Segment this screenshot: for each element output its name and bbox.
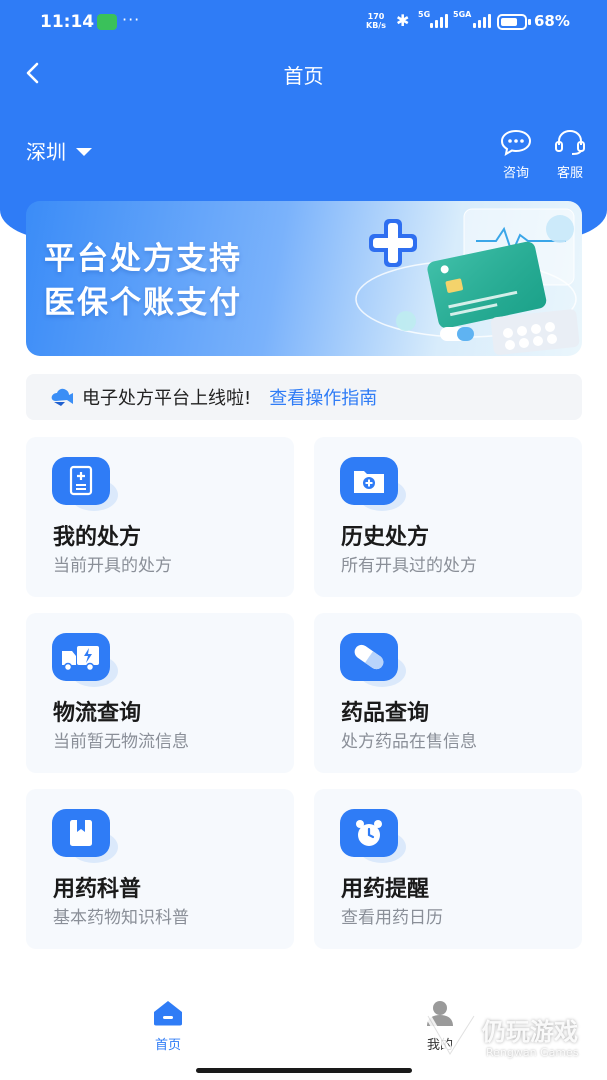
card-title: 用药科普 <box>53 877 142 902</box>
bookmark-book-icon <box>52 809 118 863</box>
drug-search-card[interactable]: 药品查询 处方药品在售信息 <box>314 613 582 773</box>
tab-home-label: 首页 <box>154 1038 181 1053</box>
watermark-logo-icon <box>425 1014 477 1057</box>
alarm-clock-icon <box>340 809 406 863</box>
card-subtitle: 处方药品在售信息 <box>341 732 477 752</box>
cloud-megaphone-icon <box>51 388 73 406</box>
guide-link[interactable]: 查看操作指南 <box>269 384 377 410</box>
city-selector[interactable]: 深圳 <box>26 136 92 165</box>
my-prescription-card[interactable]: 我的处方 当前开具的处方 <box>26 437 294 597</box>
medication-reminder-card[interactable]: 用药提醒 查看用药日历 <box>314 789 582 949</box>
banner-line-1: 平台处方支持 <box>44 241 242 277</box>
customer-service-button[interactable]: 客服 <box>548 128 592 181</box>
card-title: 历史处方 <box>341 525 430 550</box>
wechat-icon <box>97 14 117 30</box>
battery-icon <box>497 14 527 30</box>
headset-icon <box>555 129 585 155</box>
signal-icon: 5G <box>418 10 448 28</box>
notice-bar: 电子处方平台上线啦! 查看操作指南 <box>26 374 582 420</box>
watermark-text: 仍玩游戏 <box>482 1018 578 1046</box>
drug-knowledge-card[interactable]: 用药科普 基本药物知识科普 <box>26 789 294 949</box>
more-dots: ··· <box>122 10 141 29</box>
banner-line-2: 医保个账支付 <box>44 285 242 321</box>
function-grid: 我的处方 当前开具的处方 历史处方 所有开具过的处方 物流查询 当前暂无物流信息 <box>26 437 582 949</box>
network-speed-value: 170 <box>367 12 385 21</box>
watermark-subtext: Rengwan Games <box>486 1046 579 1059</box>
consult-label: 咨询 <box>502 166 529 181</box>
card-title: 我的处方 <box>53 525 142 550</box>
status-bar: 11:14 ··· 170 KB/s ✱ 5G 5GA 68% <box>0 0 607 44</box>
network-speed-unit: KB/s <box>366 21 386 30</box>
customer-service-label: 客服 <box>556 166 583 181</box>
network-speed: 170 KB/s <box>366 12 386 30</box>
medical-folder-icon <box>340 457 406 511</box>
page-title: 首页 <box>283 64 324 88</box>
card-title: 物流查询 <box>53 701 142 726</box>
card-subtitle: 所有开具过的处方 <box>341 556 477 576</box>
logistics-card[interactable]: 物流查询 当前暂无物流信息 <box>26 613 294 773</box>
pill-icon <box>340 633 406 687</box>
history-prescription-card[interactable]: 历史处方 所有开具过的处方 <box>314 437 582 597</box>
card-subtitle: 当前开具的处方 <box>53 556 172 576</box>
card-subtitle: 当前暂无物流信息 <box>53 732 189 752</box>
notice-text: 电子处方平台上线啦! <box>82 388 252 409</box>
status-time: 11:14 <box>40 12 95 32</box>
home-indicator <box>196 1068 412 1073</box>
card-title: 药品查询 <box>341 701 430 726</box>
bluetooth-icon: ✱ <box>396 11 410 30</box>
signal-label: 5GA <box>453 10 472 19</box>
chat-bubble-icon <box>500 129 532 156</box>
card-title: 用药提醒 <box>341 877 430 902</box>
card-subtitle: 基本药物知识科普 <box>53 908 189 928</box>
city-label: 深圳 <box>26 140 66 164</box>
promo-banner[interactable]: 平台处方支持 医保个账支付 <box>26 201 582 356</box>
delivery-truck-icon <box>52 633 118 687</box>
signal-label: 5G <box>418 10 431 19</box>
home-icon <box>154 1001 182 1026</box>
consult-button[interactable]: 咨询 <box>494 128 538 181</box>
caret-down-icon <box>76 147 92 156</box>
tab-home[interactable]: 首页 <box>138 1000 198 1053</box>
medical-card-illustration <box>355 208 580 355</box>
signal-icon: 5GA <box>453 10 491 28</box>
battery-percent: 68% <box>534 12 570 30</box>
card-subtitle: 查看用药日历 <box>341 908 443 928</box>
prescription-icon <box>52 457 118 511</box>
